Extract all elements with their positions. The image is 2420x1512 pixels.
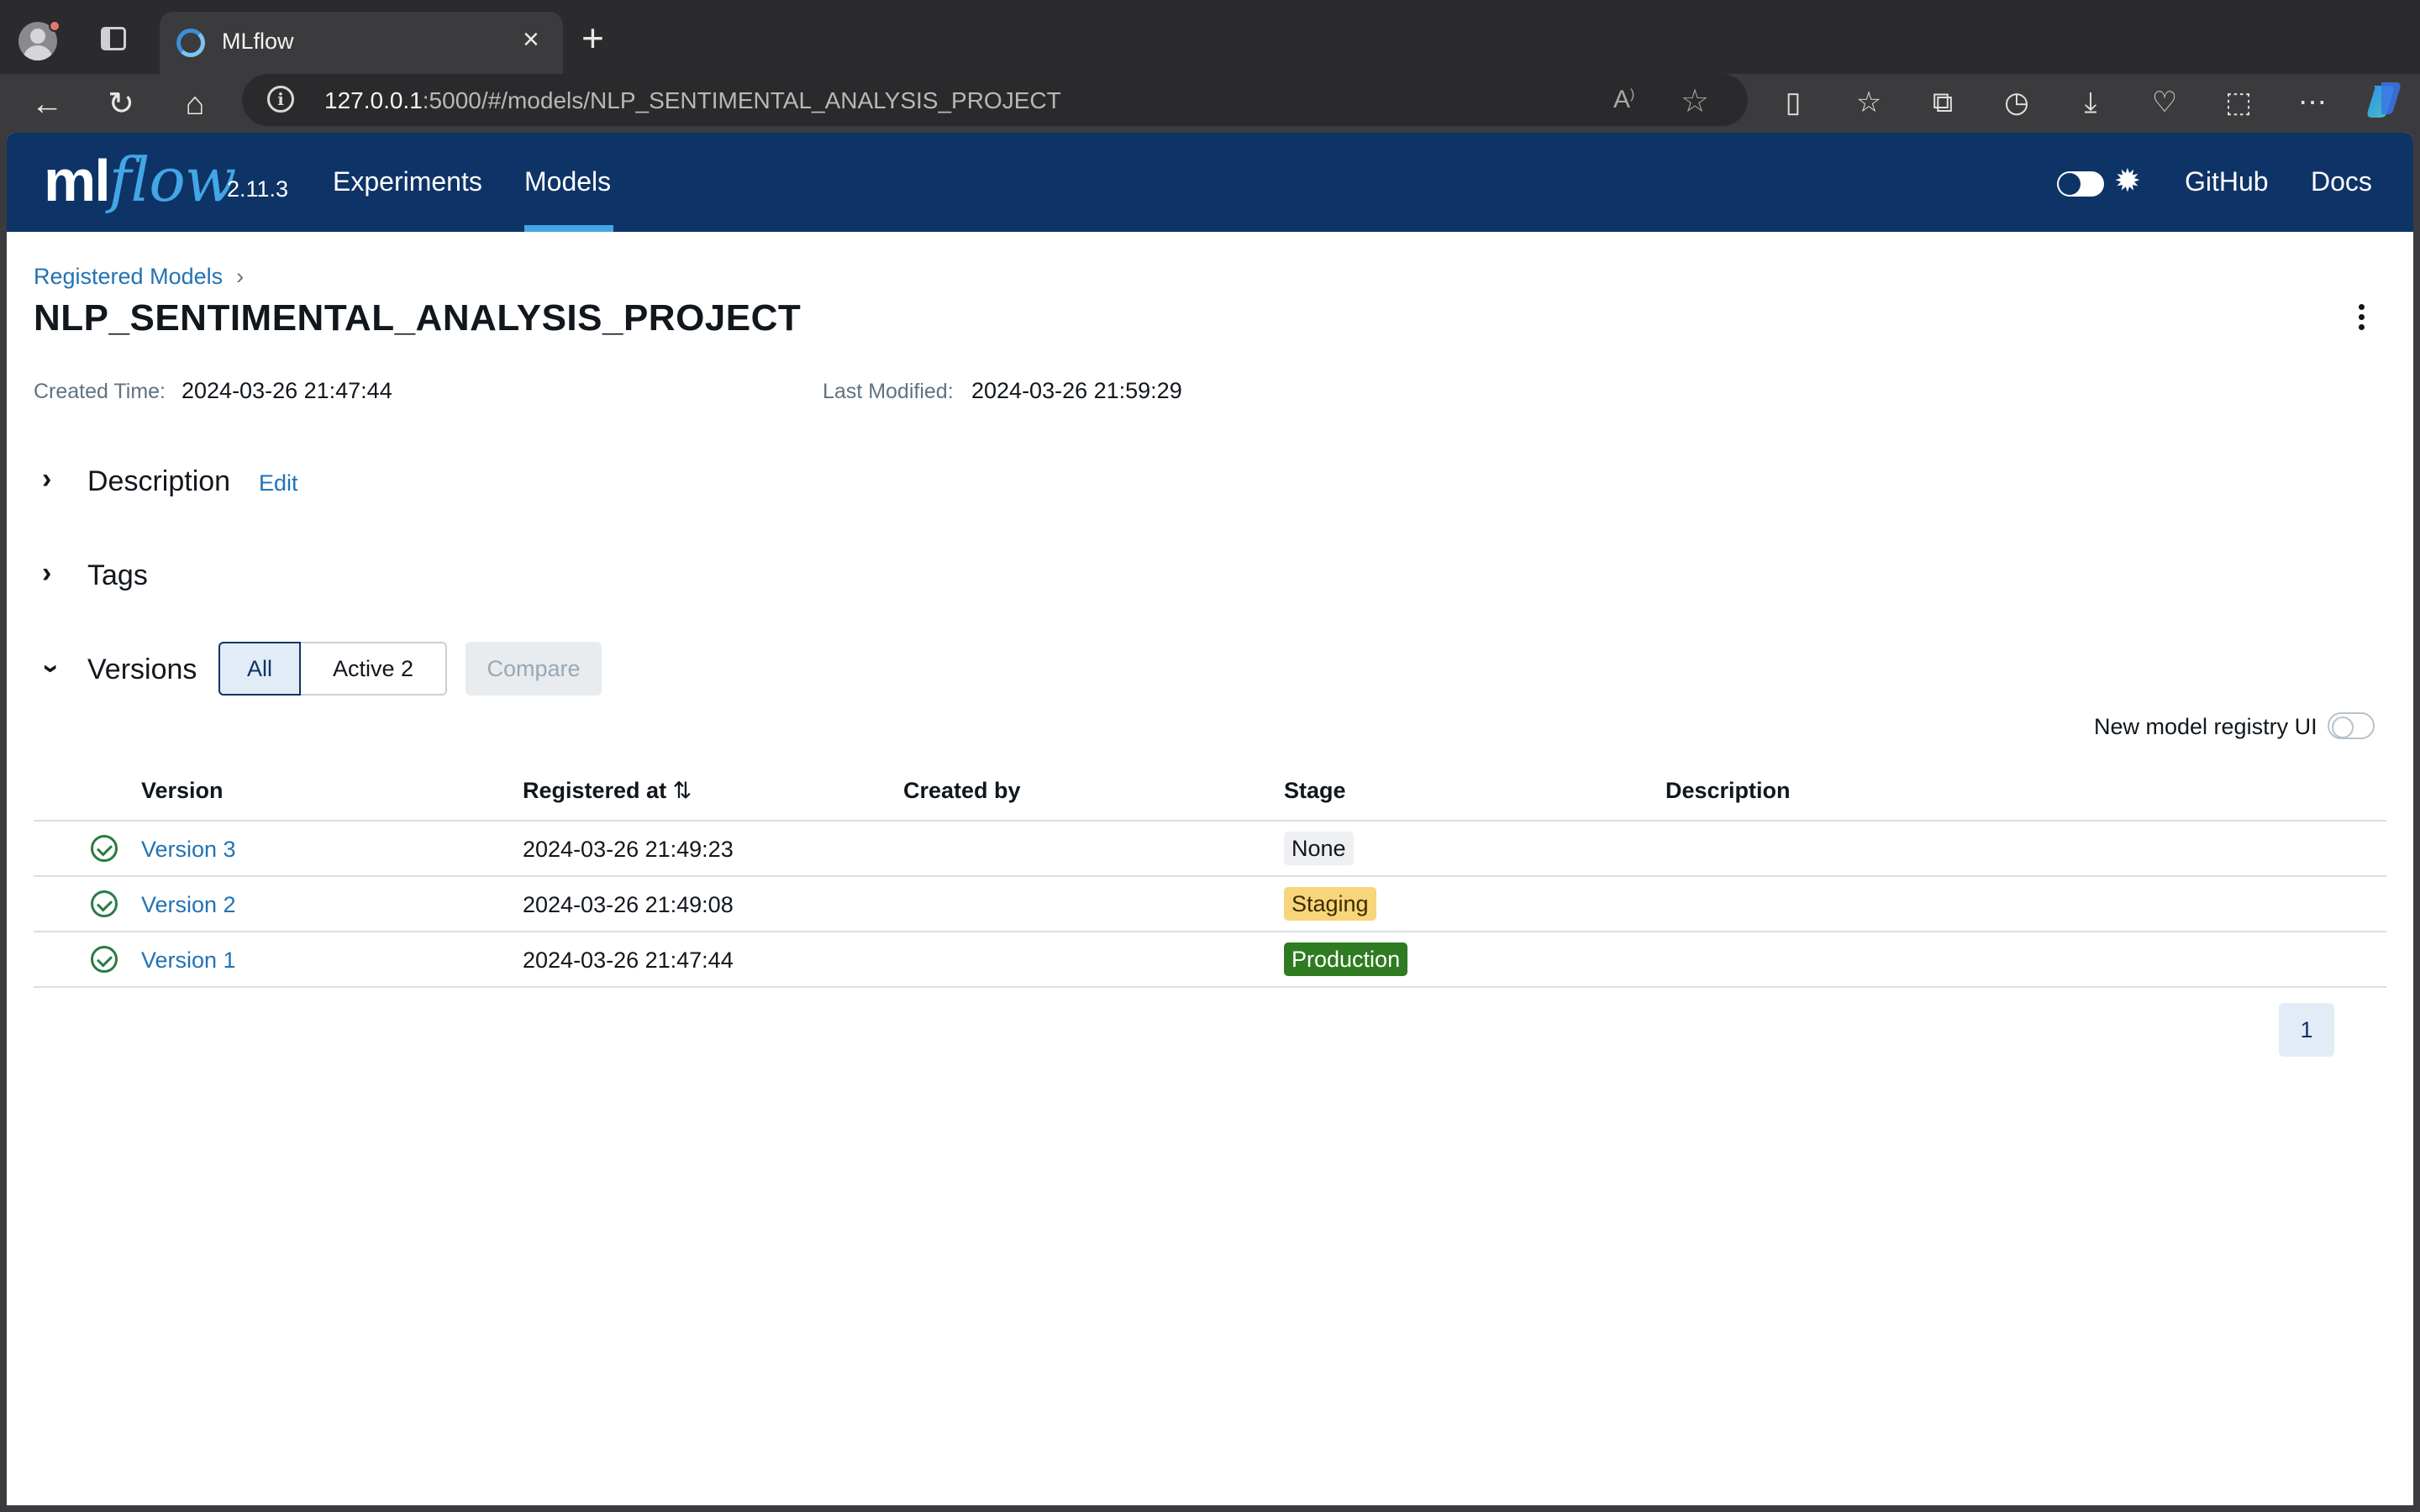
close-tab-icon[interactable]: ×: [523, 25, 539, 54]
new-registry-ui-toggle[interactable]: [2328, 712, 2375, 739]
favorites-icon[interactable]: ☆: [1850, 84, 1887, 121]
new-registry-ui-label: New model registry UI: [2094, 714, 2317, 739]
read-aloud-icon[interactable]: A): [1613, 86, 1634, 114]
mlflow-version: 2.11.3: [227, 176, 289, 202]
stage-badge: None: [1284, 832, 1354, 865]
check-circle-icon: [91, 890, 118, 917]
chevron-right-icon[interactable]: ›: [42, 558, 51, 588]
column-header-version[interactable]: Version: [141, 778, 224, 804]
new-tab-icon[interactable]: +: [581, 18, 604, 57]
split-screen-icon[interactable]: ▯: [1775, 84, 1812, 121]
collections-icon[interactable]: ⧉: [1924, 84, 1961, 121]
table-row: Version 2 2024-03-26 21:49:08 Staging: [34, 877, 2386, 932]
dark-mode-toggle[interactable]: [2057, 171, 2104, 197]
mlflow-favicon-icon: [176, 29, 205, 57]
nav-experiments[interactable]: Experiments: [333, 166, 482, 197]
registered-at-cell: 2024-03-26 21:49:23: [523, 837, 734, 862]
copilot-icon[interactable]: [2365, 81, 2403, 119]
reload-icon[interactable]: ↻: [103, 86, 139, 123]
page-content: mlflow 2.11.3 Experiments Models ✹ GitHu…: [7, 133, 2413, 1505]
check-circle-icon: [91, 946, 118, 973]
nav-active-indicator: [524, 225, 613, 232]
history-icon[interactable]: ◷: [1998, 84, 2035, 121]
nav-models[interactable]: Models: [524, 166, 611, 197]
back-icon[interactable]: ←: [29, 86, 66, 123]
screenshot-icon[interactable]: ⬚: [2220, 84, 2257, 121]
downloads-icon[interactable]: ⤓: [2072, 84, 2109, 121]
home-icon[interactable]: ⌂: [176, 86, 213, 123]
sort-icon[interactable]: ⇅: [673, 778, 692, 803]
sun-icon: ✹: [2114, 164, 2141, 199]
breadcrumb: Registered Models ›: [34, 264, 244, 290]
url-text[interactable]: 127.0.0.1:5000/#/models/NLP_SENTIMENTAL_…: [324, 87, 1061, 114]
more-options-icon[interactable]: [2356, 304, 2366, 333]
stage-badge: Staging: [1284, 887, 1376, 921]
version-link[interactable]: Version 1: [141, 948, 236, 974]
table-row: Version 1 2024-03-26 21:47:44 Production: [34, 932, 2386, 988]
address-bar[interactable]: i 127.0.0.1:5000/#/models/NLP_SENTIMENTA…: [242, 74, 1748, 126]
versions-section-title[interactable]: Versions: [87, 654, 197, 686]
registered-at-cell: 2024-03-26 21:49:08: [523, 892, 734, 917]
column-header-registered-at[interactable]: Registered at ⇅: [523, 778, 692, 804]
favorite-star-icon[interactable]: ☆: [1681, 82, 1709, 120]
description-section-title[interactable]: Description: [87, 465, 230, 498]
created-time-label: Created Time:: [34, 380, 166, 403]
version-link[interactable]: Version 3: [141, 837, 236, 863]
compare-button[interactable]: Compare: [466, 642, 602, 696]
app-header: mlflow 2.11.3 Experiments Models ✹ GitHu…: [7, 133, 2413, 232]
logo-flow-text: flow: [108, 144, 237, 215]
filter-active-button[interactable]: Active 2: [299, 642, 447, 696]
browser-essentials-icon[interactable]: ♡: [2146, 84, 2183, 121]
filter-all-button[interactable]: All: [218, 642, 301, 696]
mlflow-logo[interactable]: mlflow: [44, 144, 237, 220]
site-info-icon[interactable]: i: [267, 86, 294, 113]
logo-ml-text: ml: [44, 148, 111, 213]
browser-tabbar: MLflow × +: [0, 0, 2420, 74]
edit-description-link[interactable]: Edit: [259, 470, 298, 496]
browser-toolbar: ← ↻ ⌂ i 127.0.0.1:5000/#/models/NLP_SENT…: [0, 74, 2420, 134]
last-modified-value: 2024-03-26 21:59:29: [971, 378, 1182, 403]
chevron-down-icon[interactable]: ›: [36, 664, 68, 673]
browser-tab[interactable]: MLflow ×: [160, 12, 563, 74]
version-link[interactable]: Version 2: [141, 892, 236, 918]
column-header-created-by[interactable]: Created by: [903, 778, 1021, 804]
registered-at-cell: 2024-03-26 21:47:44: [523, 948, 734, 973]
chevron-right-icon: ›: [236, 264, 245, 289]
table-row: Version 3 2024-03-26 21:49:23 None: [34, 822, 2386, 877]
stage-badge: Production: [1284, 942, 1408, 976]
page-title: NLP_SENTIMENTAL_ANALYSIS_PROJECT: [34, 297, 802, 339]
column-header-stage[interactable]: Stage: [1284, 778, 1346, 804]
check-circle-icon: [91, 835, 118, 862]
column-header-description[interactable]: Description: [1665, 778, 1791, 804]
created-time-value: 2024-03-26 21:47:44: [182, 378, 392, 403]
notification-dot: [49, 20, 60, 32]
docs-link[interactable]: Docs: [2311, 166, 2372, 197]
tab-title: MLflow: [222, 29, 294, 54]
tab-actions-icon[interactable]: [101, 27, 126, 50]
last-modified-label: Last Modified:: [823, 380, 954, 403]
more-menu-icon[interactable]: ⋯: [2294, 84, 2331, 121]
github-link[interactable]: GitHub: [2185, 166, 2269, 197]
chevron-right-icon[interactable]: ›: [42, 464, 51, 494]
breadcrumb-registered-models[interactable]: Registered Models: [34, 264, 223, 289]
pagination-page-button[interactable]: 1: [2279, 1003, 2334, 1057]
tags-section-title[interactable]: Tags: [87, 559, 148, 592]
